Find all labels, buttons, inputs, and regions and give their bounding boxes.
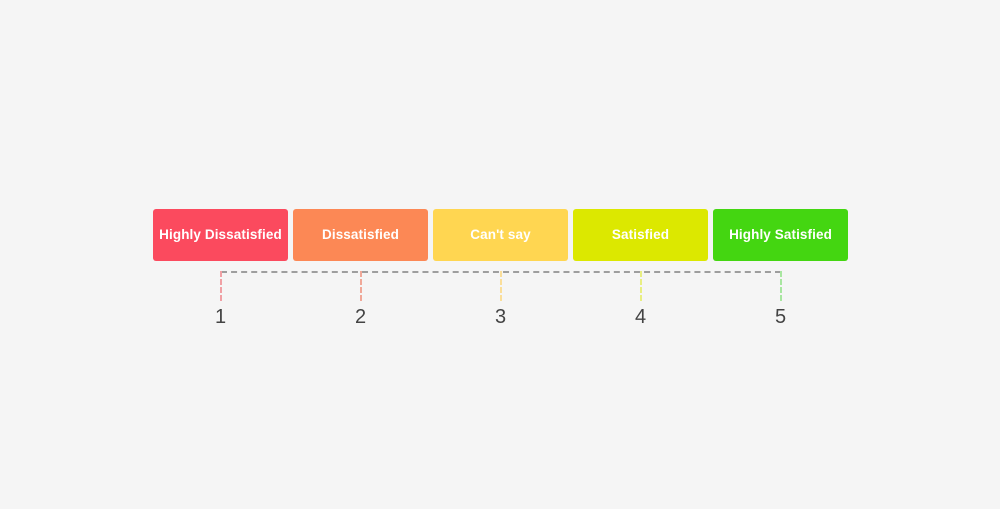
axis-tick-number: 5 [774,306,787,328]
scale-option-label: Highly Satisfied [729,227,832,243]
axis-tick-number: 3 [494,306,507,328]
scale-option-label: Dissatisfied [322,227,399,243]
axis-tick-number: 4 [634,306,647,328]
scale-options-row: Highly Dissatisfied Dissatisfied Can't s… [153,209,848,261]
scale-axis: 1 2 3 4 5 [153,271,848,346]
axis-tick-mark [359,271,362,301]
scale-option-label: Can't say [470,227,531,243]
scale-option-3[interactable]: Can't say [433,209,568,261]
axis-tick-number: 1 [214,306,227,328]
scale-option-1[interactable]: Highly Dissatisfied [153,209,288,261]
scale-option-2[interactable]: Dissatisfied [293,209,428,261]
axis-tick-mark [779,271,782,301]
axis-tick-mark [499,271,502,301]
axis-tick-number: 2 [354,306,367,328]
scale-option-5[interactable]: Highly Satisfied [713,209,848,261]
scale-option-4[interactable]: Satisfied [573,209,708,261]
axis-tick-mark [219,271,222,301]
scale-option-label: Satisfied [611,227,670,243]
satisfaction-scale-widget: Highly Dissatisfied Dissatisfied Can't s… [153,209,848,346]
axis-tick-mark [639,271,642,301]
scale-option-label: Highly Dissatisfied [159,227,282,243]
